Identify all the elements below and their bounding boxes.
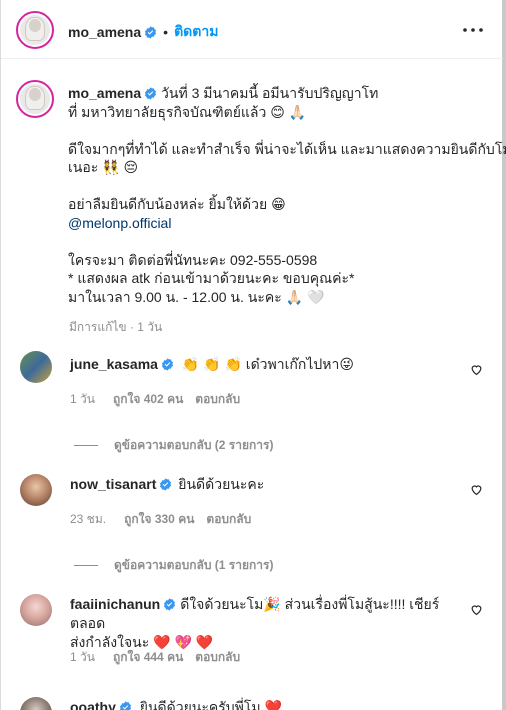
comment-meta: 23 ชม. ถูกใจ 330 คน ตอบกลับ [70, 510, 251, 529]
comment-text: ยินดีด้วยนะครับพี่โม ❤️ [139, 699, 282, 710]
verified-badge-icon [119, 701, 131, 710]
comment-username[interactable]: faaiinichanun [70, 596, 160, 612]
divider-line [74, 565, 98, 566]
comment: ooathy ยินดีด้วยนะครับพี่โม ❤️ [70, 698, 460, 710]
reply-button[interactable]: ตอบกลับ [195, 650, 240, 664]
caption-username[interactable]: mo_amena [68, 85, 141, 101]
view-replies-label: ดูข้อความตอบกลับ (1 รายการ) [114, 558, 274, 572]
caption-line: วันที่ 3 มีนาคมนี้ อมีนารับปริญญาโท [157, 85, 379, 101]
view-replies-button[interactable]: ดูข้อความตอบกลับ (1 รายการ) [74, 556, 273, 575]
view-replies-label: ดูข้อความตอบกลับ (2 รายการ) [114, 438, 274, 452]
follow-button[interactable]: ติดตาม [174, 21, 218, 43]
comment-username[interactable]: ooathy [70, 699, 116, 710]
verified-badge-icon [145, 87, 157, 100]
commenter-avatar[interactable] [20, 594, 52, 626]
caption: mo_amena วันที่ 3 มีนาคมนี้ อมีนารับปริญ… [68, 84, 506, 306]
verified-badge-icon [160, 478, 172, 491]
commenter-avatar[interactable] [20, 474, 52, 506]
caption-line: ที่ มหาวิทยาลัยธุรกิจบัณฑิตย์แล้ว 😊 🙏🏻 [68, 103, 307, 120]
post-panel: mo_amena • ติดตาม mo_amena วันที่ 3 มีนา… [0, 0, 506, 710]
verified-badge-icon [145, 25, 157, 39]
comment: faaiinichanun ดีใจด้วยนะโม🎉 ส่วนเรื่องพี่… [70, 595, 460, 652]
reply-button[interactable]: ตอบกลับ [206, 512, 251, 526]
divider-line [74, 445, 98, 446]
comment-meta: 1 วัน ถูกใจ 444 คน ตอบกลับ [70, 648, 240, 667]
separator-dot: • [163, 24, 169, 40]
verified-badge-icon [164, 598, 176, 611]
comment-likes[interactable]: ถูกใจ 444 คน [113, 650, 183, 664]
commenter-avatar[interactable] [20, 351, 52, 383]
post-header: mo_amena • ติดตาม [1, 0, 503, 59]
like-heart-icon[interactable] [470, 603, 483, 616]
comment: now_tisanart ยินดีด้วยนะคะ [70, 475, 460, 494]
caption-line: อย่าลืมยินดีกับน้องหล่ะ ยิ้มให้ด้วย 😁 [68, 196, 286, 212]
comment-time[interactable]: 1 วัน [70, 392, 95, 406]
like-heart-icon[interactable] [470, 483, 483, 496]
mention-link[interactable]: @melonp.official [68, 214, 493, 233]
caption-line: เนอะ 👯 😔 [68, 159, 139, 175]
comment-username[interactable]: now_tisanart [70, 476, 156, 492]
comment-likes[interactable]: ถูกใจ 402 คน [113, 392, 183, 406]
edited-timestamp: มีการแก้ไข · 1 วัน [69, 320, 163, 334]
caption-line: ดีใจมากๆที่ทำได้ และทำสำเร็จ พี่น่าจะได้… [68, 140, 506, 157]
like-heart-icon[interactable] [470, 363, 483, 376]
comment-text: 👏 👏 👏 เด๋วพาเก๊กไปหา😜 [181, 356, 354, 372]
caption-line: ใครจะมา ติดต่อพี่นัทนะคะ 092-555-0598 [68, 251, 318, 268]
avatar[interactable] [16, 11, 54, 49]
comment-text: ยินดีด้วยนะคะ [178, 476, 265, 492]
view-replies-button[interactable]: ดูข้อความตอบกลับ (2 รายการ) [74, 436, 273, 455]
comment: june_kasama 👏 👏 👏 เด๋วพาเก๊กไปหา😜 [70, 355, 460, 374]
caption-line: * แสดงผล atk ก่อนเข้ามาด้วยนะคะ ขอบคุณค่… [68, 270, 355, 286]
more-options-icon[interactable] [461, 20, 485, 40]
header-username[interactable]: mo_amena [68, 24, 141, 40]
comment-meta: 1 วัน ถูกใจ 402 คน ตอบกลับ [70, 390, 240, 409]
comment-time[interactable]: 1 วัน [70, 650, 95, 664]
comment-likes[interactable]: ถูกใจ 330 คน [124, 512, 194, 526]
caption-line: มาในเวลา 9.00 น. - 12.00 น. นะคะ 🙏🏻 🤍 [68, 288, 325, 305]
reply-button[interactable]: ตอบกลับ [195, 392, 240, 406]
caption-avatar[interactable] [16, 80, 54, 118]
comment-time[interactable]: 23 ชม. [70, 512, 106, 526]
commenter-avatar[interactable] [20, 697, 52, 710]
comment-username[interactable]: june_kasama [70, 356, 158, 372]
verified-badge-icon [161, 358, 173, 371]
